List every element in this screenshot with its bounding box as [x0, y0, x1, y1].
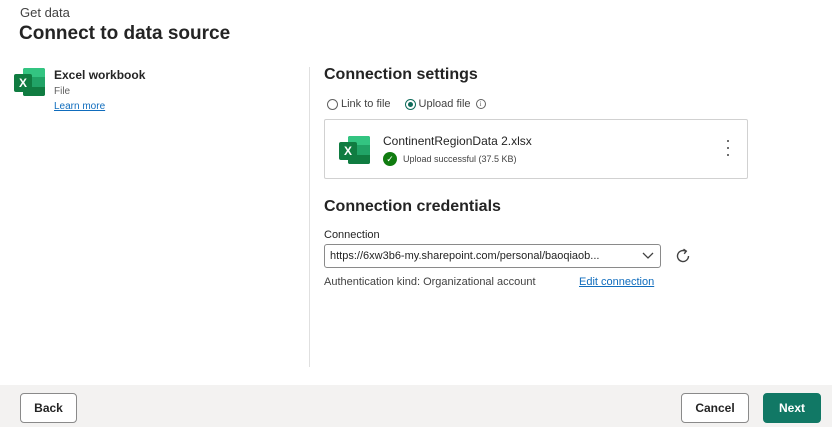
refresh-icon[interactable] — [673, 246, 693, 266]
back-button[interactable]: Back — [20, 393, 77, 423]
info-icon[interactable]: i — [475, 99, 486, 109]
authentication-kind: Authentication kind: Organizational acco… — [324, 276, 536, 288]
edit-connection-link[interactable]: Edit connection — [579, 276, 654, 288]
link-to-file-label[interactable]: Link to file — [341, 98, 391, 110]
connection-credentials-title: Connection credentials — [324, 198, 501, 215]
check-circle-icon: ✓ — [383, 152, 397, 166]
upload-mode-radio-group: Link to file Upload file i — [327, 98, 486, 110]
page-title: Connect to data source — [19, 23, 231, 44]
connection-select[interactable]: https://6xw3b6-my.sharepoint.com/persona… — [324, 244, 661, 268]
next-button[interactable]: Next — [763, 393, 821, 423]
upload-file-radio[interactable] — [404, 98, 416, 110]
chevron-down-icon — [636, 249, 660, 263]
data-source-summary: X Excel workbook File Learn more — [14, 68, 145, 112]
connection-select-value: https://6xw3b6-my.sharepoint.com/persona… — [330, 250, 600, 262]
connection-settings-title: Connection settings — [324, 66, 478, 83]
excel-file-icon: X — [339, 136, 371, 164]
upload-file-label[interactable]: Upload file — [419, 98, 471, 110]
file-name: ContinentRegionData 2.xlsx — [383, 134, 532, 148]
uploaded-file-card: X ContinentRegionData 2.xlsx ✓ Upload su… — [324, 119, 748, 179]
excel-icon: X — [14, 68, 46, 96]
connection-field-label: Connection — [324, 229, 380, 241]
cancel-button[interactable]: Cancel — [681, 393, 749, 423]
source-name: Excel workbook — [54, 68, 146, 82]
upload-status-text: Upload successful (37.5 KB) — [403, 154, 517, 164]
learn-more-link[interactable]: Learn more — [54, 101, 145, 112]
panel-divider — [309, 67, 310, 367]
breadcrumb-label: Get data — [20, 5, 70, 20]
upload-status: ✓ Upload successful (37.5 KB) — [383, 152, 517, 166]
link-to-file-radio[interactable] — [327, 98, 338, 110]
source-type: File — [54, 86, 71, 97]
more-options-icon[interactable] — [723, 138, 733, 158]
